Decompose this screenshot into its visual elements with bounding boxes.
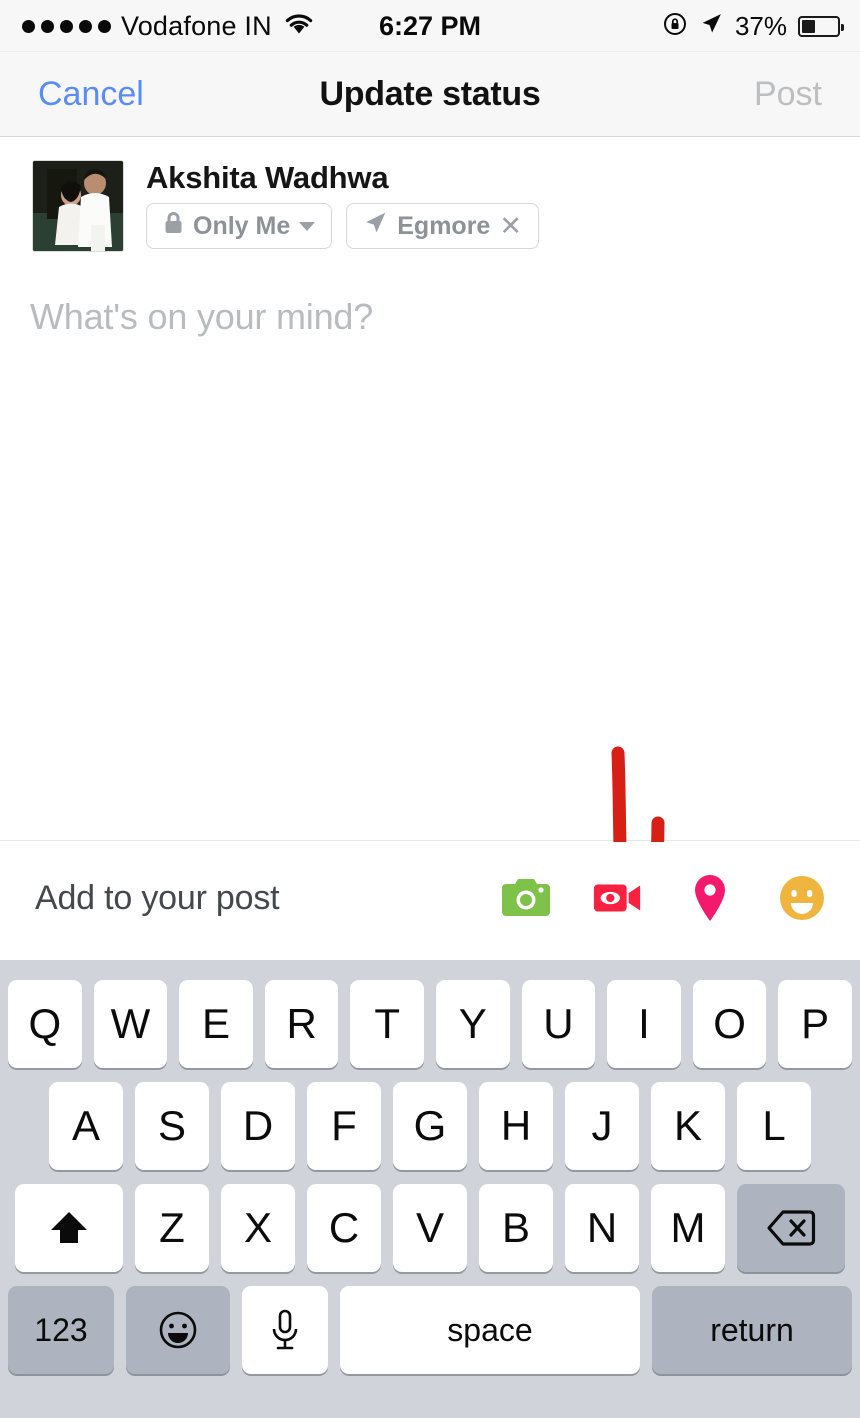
clock-label: 6:27 PM	[378, 10, 482, 41]
live-video-icon[interactable]	[592, 872, 644, 924]
location-arrow-icon	[363, 210, 388, 242]
location-arrow-icon	[699, 11, 724, 41]
page-title: Update status	[319, 74, 541, 113]
key-w[interactable]: W	[93, 980, 168, 1068]
status-bar-left: Vodafone IN	[22, 0, 314, 52]
key-k[interactable]: K	[651, 1082, 725, 1170]
keyboard-row-1: QWERTYUIOP	[0, 960, 860, 1068]
rotation-lock-icon	[662, 11, 688, 42]
carrier-label: Vodafone IN	[121, 10, 272, 41]
location-label: Egmore	[397, 211, 491, 240]
post-button[interactable]: Post	[754, 52, 822, 136]
key-a[interactable]: A	[49, 1082, 123, 1170]
add-to-post-bar: Add to your post	[0, 842, 860, 960]
keyboard-row-2: ASDFGHJKL	[0, 1068, 860, 1170]
key-q[interactable]: Q	[8, 980, 82, 1068]
key-e[interactable]: E	[179, 980, 253, 1068]
wifi-icon	[284, 12, 314, 41]
check-in-icon[interactable]	[684, 872, 736, 924]
key-v[interactable]: V	[393, 1184, 467, 1272]
key-r[interactable]: R	[264, 980, 339, 1068]
key-z[interactable]: Z	[135, 1184, 209, 1272]
key-y[interactable]: Y	[436, 980, 510, 1068]
key-j[interactable]: J	[565, 1082, 639, 1170]
key-n[interactable]: N	[565, 1184, 639, 1272]
composer-area[interactable]: Akshita Wadhwa Only Me Egmore ✕ What's o…	[0, 138, 860, 947]
key-m[interactable]: M	[651, 1184, 725, 1272]
chevron-down-icon	[299, 221, 316, 231]
battery-icon	[798, 15, 844, 37]
key-b[interactable]: B	[479, 1184, 553, 1272]
return-key[interactable]: return	[652, 1286, 852, 1374]
space-key[interactable]: space	[340, 1286, 640, 1374]
close-icon[interactable]: ✕	[499, 212, 522, 240]
status-bar-right: 37%	[662, 0, 844, 52]
keyboard-row-4: 123 space return	[0, 1272, 860, 1374]
navigation-bar: Cancel Update status Post	[0, 52, 860, 137]
photo-video-icon[interactable]	[500, 872, 552, 924]
key-h[interactable]: H	[479, 1082, 553, 1170]
signal-strength-icon	[22, 19, 111, 33]
composer-user-meta: Akshita Wadhwa Only Me Egmore ✕	[146, 160, 539, 252]
status-input-placeholder[interactable]: What's on your mind?	[30, 296, 373, 338]
backspace-icon	[767, 1210, 816, 1246]
key-d[interactable]: D	[221, 1082, 295, 1170]
phone-screen: Vodafone IN 6:27 PM 37% Cancel Update st…	[0, 0, 860, 1418]
key-s[interactable]: S	[135, 1082, 209, 1170]
feeling-activity-icon[interactable]	[776, 872, 828, 924]
status-bar: Vodafone IN 6:27 PM 37%	[0, 0, 860, 52]
numbers-key[interactable]: 123	[8, 1286, 114, 1374]
lock-icon	[163, 211, 184, 242]
microphone-icon	[272, 1309, 298, 1350]
emoji-icon	[159, 1311, 197, 1349]
key-t[interactable]: T	[350, 980, 424, 1068]
onscreen-keyboard[interactable]: QWERTYUIOP ASDFGHJKL ZXCVBNM 123 space r…	[0, 960, 860, 1418]
dictation-key[interactable]	[242, 1286, 328, 1374]
key-g[interactable]: G	[393, 1082, 467, 1170]
keyboard-row-3: ZXCVBNM	[0, 1170, 860, 1272]
audience-selector-button[interactable]: Only Me	[146, 203, 333, 249]
key-l[interactable]: L	[737, 1082, 811, 1170]
key-o[interactable]: O	[692, 980, 767, 1068]
composer-header: Akshita Wadhwa Only Me Egmore ✕	[32, 160, 539, 252]
emoji-key[interactable]	[126, 1286, 230, 1374]
add-to-post-label: Add to your post	[35, 878, 280, 917]
avatar[interactable]	[32, 160, 124, 252]
key-u[interactable]: U	[521, 980, 596, 1068]
battery-percent-label: 37%	[734, 10, 787, 41]
user-name-label: Akshita Wadhwa	[146, 160, 389, 195]
key-f[interactable]: F	[307, 1082, 381, 1170]
backspace-key[interactable]	[737, 1184, 845, 1272]
composer-pill-row: Only Me Egmore ✕	[146, 203, 539, 249]
add-to-post-actions	[500, 842, 828, 954]
profile-photo	[33, 161, 123, 251]
key-x[interactable]: X	[221, 1184, 295, 1272]
shift-icon	[51, 1212, 87, 1243]
key-p[interactable]: P	[778, 980, 852, 1068]
key-i[interactable]: I	[607, 980, 681, 1068]
audience-label: Only Me	[193, 211, 291, 240]
key-c[interactable]: C	[307, 1184, 381, 1272]
shift-key[interactable]	[15, 1184, 123, 1272]
location-tag-button[interactable]: Egmore ✕	[346, 203, 539, 249]
